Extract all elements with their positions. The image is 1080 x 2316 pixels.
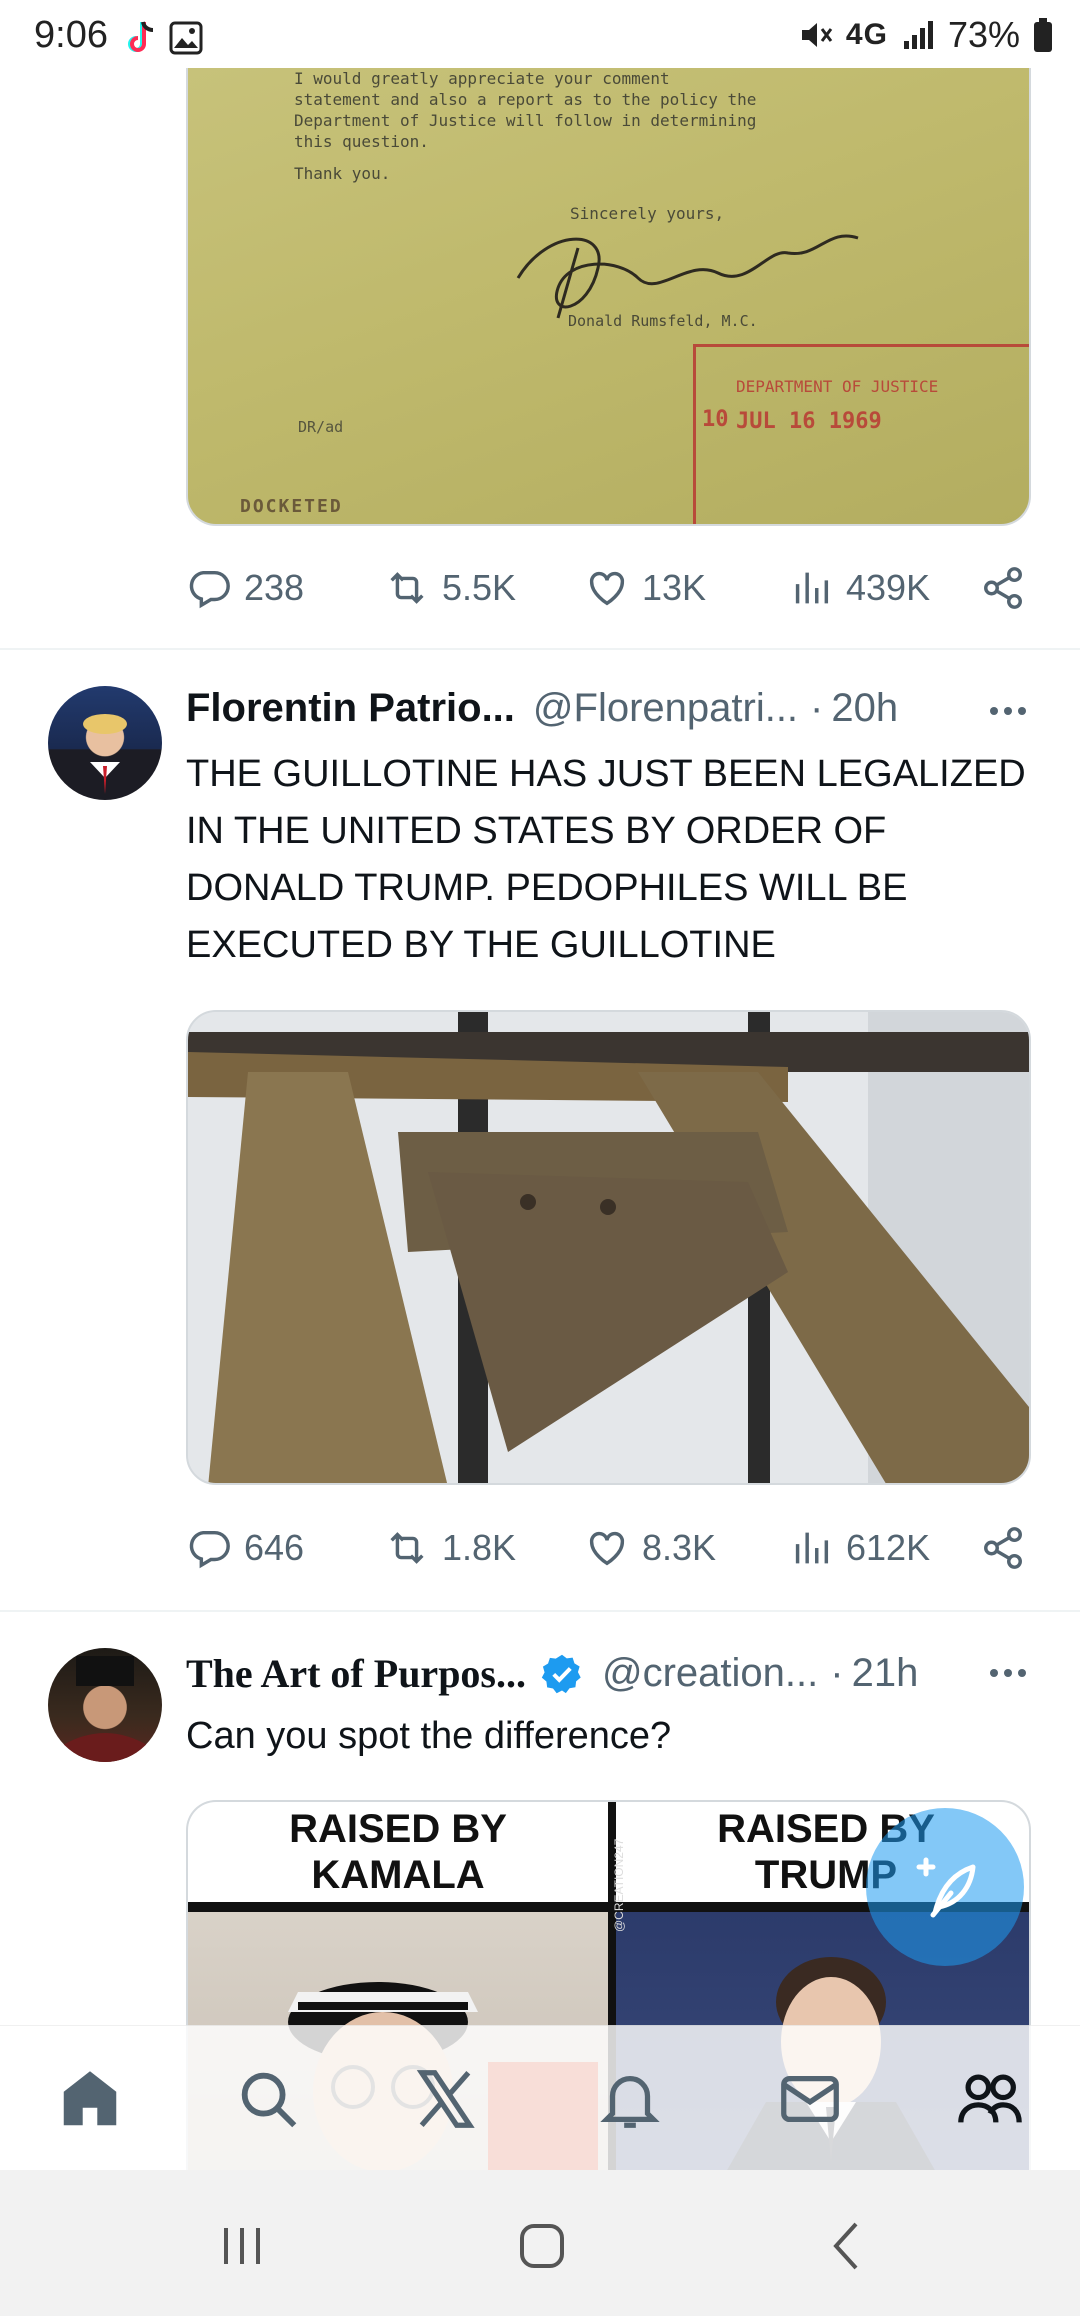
separator-dot: · — [810, 686, 824, 730]
tweet-time[interactable]: 21h — [852, 1651, 919, 1696]
mute-icon — [801, 23, 833, 47]
tweet-header: The Art of Purpos... @creation... · 21h — [186, 1650, 918, 1697]
battery-percent: 73% — [947, 14, 1020, 55]
share-icon — [984, 1527, 1022, 1569]
author-name[interactable]: Florentin Patrio... — [186, 686, 515, 731]
heart-icon — [589, 1531, 625, 1566]
like-button[interactable]: 13K — [584, 565, 706, 611]
avatar[interactable] — [48, 1648, 162, 1762]
separator-dot: · — [830, 1651, 844, 1695]
doc-line: Department of Justice will follow in det… — [294, 111, 757, 130]
compare-left-line1: RAISED BY — [289, 1807, 507, 1851]
doc-line: I would greatly appreciate your comment — [294, 69, 670, 88]
repost-icon — [390, 1532, 424, 1564]
stamp-number: 10 — [702, 407, 729, 432]
guillotine-image — [188, 1012, 1029, 1483]
home-icon[interactable] — [55, 2064, 125, 2134]
tweet-divider — [0, 648, 1080, 650]
repost-icon — [390, 572, 424, 604]
gallery-icon — [169, 21, 203, 55]
tweet-header: Florentin Patrio... @Florenpatri... · 20… — [186, 686, 898, 731]
share-icon — [984, 567, 1022, 609]
recents-icon[interactable] — [212, 2216, 272, 2276]
more-options-icon[interactable] — [988, 1667, 1028, 1679]
communities-icon[interactable] — [955, 2064, 1025, 2134]
search-icon[interactable] — [233, 2064, 303, 2134]
x-logo-icon[interactable] — [410, 2064, 480, 2134]
doc-thanks: Thank you. — [294, 164, 391, 183]
system-nav-bar — [0, 2170, 1080, 2316]
verified-badge-icon — [541, 1654, 581, 1693]
doc-line: statement and also a report as to the po… — [294, 90, 757, 109]
watermark: @CREATION247 — [612, 1838, 626, 1932]
tweet-media-document[interactable]: I would greatly appreciate your comment … — [186, 68, 1031, 526]
compose-feather-icon — [916, 1857, 976, 1918]
like-button[interactable]: 8.3K — [584, 1525, 716, 1571]
doc-stamp: 10 DEPARTMENT OF JUSTICE JUL 16 1969 — [693, 344, 1029, 524]
tweet1-actions: 238 5.5K 13K 439K — [186, 558, 1036, 618]
reply-count: 646 — [244, 1527, 305, 1568]
tweet-text[interactable]: THE GUILLOTINE HAS JUST BEEN LEGALIZED I… — [186, 746, 1026, 974]
doc-docketed: DOCKETED — [240, 496, 343, 517]
home-button-icon[interactable] — [512, 2216, 572, 2276]
view-count: 612K — [846, 1527, 931, 1568]
tweet-text[interactable]: Can you spot the difference? — [186, 1708, 1026, 1765]
views-button[interactable]: 439K — [788, 565, 930, 611]
reply-icon — [189, 1530, 230, 1569]
stamp-date: JUL 16 1969 — [736, 409, 882, 434]
bottom-nav — [0, 2025, 1080, 2170]
signal-icon — [903, 21, 933, 49]
views-button[interactable]: 612K — [788, 1525, 930, 1571]
compose-button[interactable] — [866, 1808, 1024, 1966]
bell-icon[interactable] — [595, 2064, 665, 2134]
doc-mark: DR/ad — [298, 418, 344, 436]
compare-left-label: RAISED BY KAMALA — [188, 1802, 608, 1902]
tweet-divider — [0, 1610, 1080, 1612]
author-name[interactable]: The Art of Purpos... — [186, 1650, 526, 1697]
author-handle[interactable]: @creation... — [602, 1651, 818, 1696]
repost-count: 1.8K — [442, 1527, 517, 1568]
doc-signer-name: Donald Rumsfeld, M.C. — [568, 312, 758, 330]
views-icon — [795, 1532, 829, 1564]
tweet2-actions: 646 1.8K 8.3K 612K — [186, 1518, 1036, 1578]
share-button[interactable] — [980, 565, 1026, 611]
view-count: 439K — [846, 567, 931, 608]
reply-count: 238 — [244, 567, 305, 608]
tiktok-icon — [128, 21, 154, 52]
mail-icon[interactable] — [775, 2064, 845, 2134]
more-options-icon[interactable] — [988, 705, 1028, 717]
repost-count: 5.5K — [442, 567, 517, 608]
reply-button[interactable]: 646 — [186, 1525, 304, 1571]
avatar[interactable] — [48, 686, 162, 800]
status-bar: 9:06 4G 73% — [0, 0, 1080, 68]
reply-icon — [189, 570, 230, 609]
heart-icon — [589, 571, 625, 606]
stamp-department: DEPARTMENT OF JUSTICE — [736, 377, 939, 396]
tweet-time[interactable]: 20h — [831, 686, 898, 731]
compare-left-line2: KAMALA — [311, 1853, 485, 1897]
repost-button[interactable]: 5.5K — [384, 565, 516, 611]
share-button[interactable] — [980, 1525, 1026, 1571]
tweet-media-guillotine[interactable] — [186, 1010, 1031, 1485]
author-handle[interactable]: @Florenpatri... — [533, 686, 798, 731]
views-icon — [795, 572, 829, 604]
repost-button[interactable]: 1.8K — [384, 1525, 516, 1571]
like-count: 8.3K — [642, 1527, 717, 1568]
network-type: 4G — [845, 18, 888, 51]
back-icon[interactable] — [818, 2216, 878, 2276]
reply-button[interactable]: 238 — [186, 565, 304, 611]
like-count: 13K — [642, 567, 707, 608]
doc-line: this question. — [294, 132, 429, 151]
status-time: 9:06 — [34, 14, 108, 56]
battery-icon — [1034, 18, 1052, 52]
